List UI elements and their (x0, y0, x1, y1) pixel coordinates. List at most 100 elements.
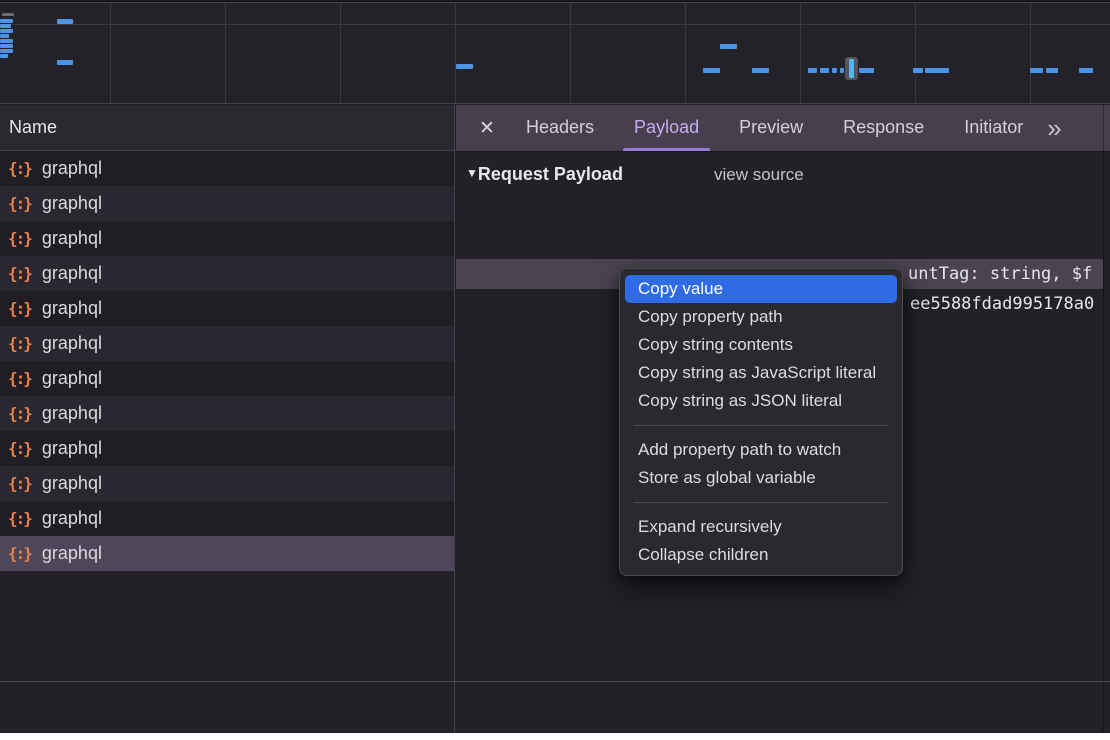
menu-separator (634, 502, 888, 503)
more-tabs-icon[interactable]: » (1047, 115, 1061, 141)
request-name-label: graphql (42, 403, 102, 424)
network-request-row[interactable]: {:} graphql (0, 361, 454, 396)
json-request-icon: {:} (8, 544, 31, 563)
view-source-link[interactable]: view source (714, 165, 804, 185)
timeline-request-bar (456, 64, 473, 69)
column-header-label: Name (9, 117, 57, 138)
network-request-row[interactable]: {:} graphql (0, 501, 454, 536)
section-title: Request Payload (478, 164, 623, 184)
network-request-row[interactable]: {:} graphql (0, 291, 454, 326)
request-name-label: graphql (42, 368, 102, 389)
payload-prop-row-operationName[interactable]: operationName: "ipFlowTimeseries" (456, 230, 1103, 259)
request-name-label: graphql (42, 298, 102, 319)
tab-headers[interactable]: Headers (506, 105, 614, 151)
network-request-row[interactable]: {:} graphql (0, 186, 454, 221)
json-request-icon: {:} (8, 439, 31, 458)
network-request-row[interactable]: {:} graphql (0, 151, 454, 186)
payload-root-row[interactable]: ▼{operationName: "ipFlowTimeseries", var… (456, 201, 1103, 230)
context-menu-item-copy-value[interactable]: Copy value (625, 275, 897, 303)
timeline-request-bar (0, 29, 13, 33)
network-request-list-panel: Name {:} graphql {:} graphql {:} graphql {:} gr… (0, 105, 455, 733)
json-request-icon: {:} (8, 369, 31, 388)
timeline-request-bar (1079, 68, 1093, 73)
timeline-request-bar (752, 68, 769, 73)
timeline-request-bar (808, 68, 817, 73)
context-menu-item-collapse-children[interactable]: Collapse children (625, 541, 897, 569)
timeline-request-bar (0, 24, 11, 28)
context-menu-item-copy-property-path[interactable]: Copy property path (625, 303, 897, 331)
timeline-request-bar (859, 68, 874, 73)
timeline-request-bar (832, 68, 837, 73)
network-request-row[interactable]: {:} graphql (0, 466, 454, 501)
selected-request-marker (849, 59, 854, 78)
timeline-request-bar (57, 60, 73, 65)
json-request-icon: {:} (8, 229, 31, 248)
detail-tabbar: ✕ HeadersPayloadPreviewResponseInitiator… (456, 105, 1110, 152)
json-request-icon: {:} (8, 334, 31, 353)
request-name-label: graphql (42, 473, 102, 494)
timeline-request-bar (0, 49, 13, 53)
context-menu-item-copy-string-as-javascript-literal[interactable]: Copy string as JavaScript literal (625, 359, 897, 387)
context-menu-item-store-as-global-variable[interactable]: Store as global variable (625, 464, 897, 492)
json-request-icon: {:} (8, 299, 31, 318)
status-bar-divider (0, 681, 1110, 682)
request-name-label: graphql (42, 438, 102, 459)
request-name-label: graphql (42, 333, 102, 354)
section-collapse-triangle-icon[interactable]: ▼ (466, 166, 478, 180)
network-request-row[interactable]: {:} graphql (0, 326, 454, 361)
network-overview-timeline[interactable] (0, 0, 1110, 104)
devtools-window: Name {:} graphql {:} graphql {:} graphql {:} gr… (0, 0, 1110, 740)
request-name-label: graphql (42, 263, 102, 284)
tab-initiator[interactable]: Initiator (944, 105, 1043, 151)
timeline-request-bar (0, 39, 13, 43)
request-rows: {:} graphql {:} graphql {:} graphql {:} graphql… (0, 151, 454, 571)
menu-separator (634, 425, 888, 426)
devtools-network-panel: Name {:} graphql {:} graphql {:} graphql {:} gr… (0, 0, 1110, 733)
request-name-label: graphql (42, 158, 102, 179)
context-menu-item-expand-recursively[interactable]: Expand recursively (625, 513, 897, 541)
timeline-request-bar (720, 44, 737, 49)
network-request-row[interactable]: {:} graphql (0, 256, 454, 291)
timeline-request-bar (1046, 68, 1058, 73)
json-request-icon: {:} (8, 159, 31, 178)
network-request-row[interactable]: {:} graphql (0, 536, 454, 571)
context-menu-item-copy-string-contents[interactable]: Copy string contents (625, 331, 897, 359)
timeline-request-bar (925, 68, 949, 73)
request-name-label: graphql (42, 543, 102, 564)
context-menu-item-copy-string-as-json-literal[interactable]: Copy string as JSON literal (625, 387, 897, 415)
request-name-label: graphql (42, 193, 102, 214)
detail-tabs: HeadersPayloadPreviewResponseInitiator (506, 105, 1043, 151)
network-request-row[interactable]: {:} graphql (0, 396, 454, 431)
main-split: Name {:} graphql {:} graphql {:} graphql {:} gr… (0, 105, 1110, 733)
request-name-label: graphql (42, 508, 102, 529)
timeline-request-bar (1030, 68, 1043, 73)
context-menu: Copy valueCopy property pathCopy string … (619, 268, 903, 576)
timeline-request-bar (840, 68, 844, 73)
json-request-icon: {:} (8, 194, 31, 213)
timeline-request-bar (820, 68, 829, 73)
request-name-label: graphql (42, 228, 102, 249)
column-header-name[interactable]: Name (0, 105, 454, 151)
json-request-icon: {:} (8, 509, 31, 528)
context-menu-item-add-property-path-to-watch[interactable]: Add property path to watch (625, 436, 897, 464)
timeline-request-bar (0, 44, 13, 48)
tab-payload[interactable]: Payload (614, 105, 719, 151)
timeline-request-bar (0, 54, 8, 58)
request-payload-section[interactable]: ▼Request Payload view source (466, 164, 1096, 185)
timeline-request-bar (703, 68, 720, 73)
prop-value-continued: ee5588fdad995178a0 (910, 290, 1094, 319)
timeline-request-bar (0, 19, 13, 23)
json-request-icon: {:} (8, 404, 31, 423)
json-request-icon: {:} (8, 264, 31, 283)
tab-preview[interactable]: Preview (719, 105, 823, 151)
network-request-row[interactable]: {:} graphql (0, 221, 454, 256)
close-icon[interactable]: ✕ (474, 117, 500, 140)
timeline-request-bar (57, 19, 73, 24)
json-request-icon: {:} (8, 474, 31, 493)
timeline-request-bar (2, 13, 14, 16)
prop-value-continued: untTag: string, $f (908, 259, 1092, 289)
panel-right-edge (1103, 105, 1104, 733)
timeline-request-bar (0, 34, 9, 38)
tab-response[interactable]: Response (823, 105, 944, 151)
network-request-row[interactable]: {:} graphql (0, 431, 454, 466)
